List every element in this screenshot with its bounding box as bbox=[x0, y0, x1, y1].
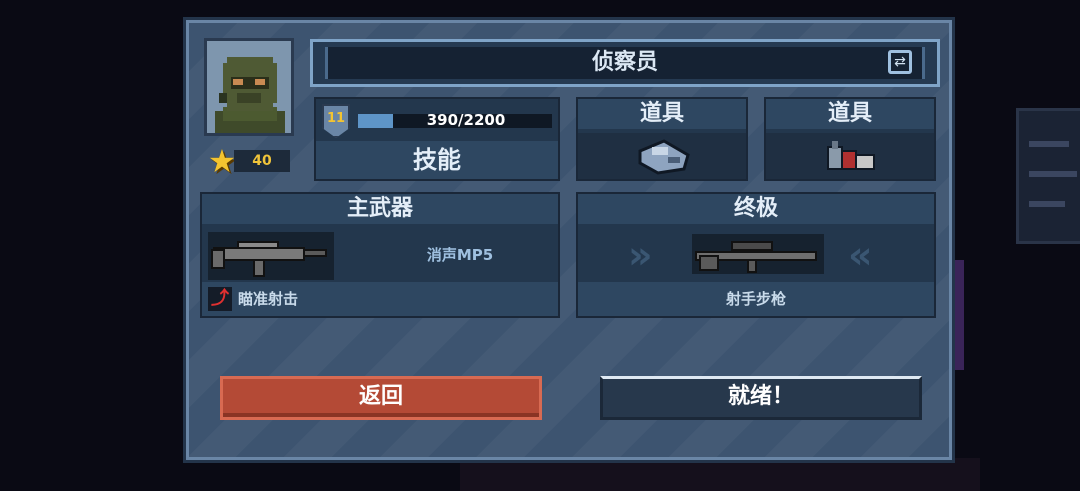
masked-soldier-icon bbox=[207, 41, 291, 133]
chevron-right-icon: » bbox=[628, 233, 653, 277]
ability-row: ⤴ 瞄准射击 bbox=[202, 282, 558, 316]
sniper-rifle-icon bbox=[695, 241, 817, 273]
ultimate-weapon-slot bbox=[692, 234, 824, 274]
background-bar bbox=[1029, 141, 1069, 147]
ready-button[interactable]: 就绪！ bbox=[600, 376, 922, 420]
skill-panel: 11 390/2200 技能 bbox=[314, 97, 560, 181]
item-title: 道具 bbox=[766, 99, 934, 129]
swap-character-icon[interactable]: ⇄ bbox=[888, 50, 912, 74]
item-icon-slot bbox=[766, 133, 934, 179]
aim-shot-icon: ⤴ bbox=[208, 287, 232, 311]
ultimate-footer: 射手步枪 bbox=[578, 282, 934, 316]
item-title: 道具 bbox=[578, 99, 746, 129]
ability-name: 瞄准射击 bbox=[238, 290, 299, 308]
primary-weapon-name: 消声MP5 bbox=[426, 246, 494, 264]
xp-bar-fill bbox=[358, 114, 393, 128]
chevron-left-icon: « bbox=[848, 233, 873, 277]
skill-button[interactable]: 技能 bbox=[316, 141, 558, 179]
level-badge: 11 bbox=[322, 104, 350, 138]
back-button[interactable]: 返回 bbox=[220, 376, 542, 420]
weapon-slot bbox=[208, 232, 334, 280]
background-bar bbox=[1029, 171, 1077, 177]
ultimate-title: 终极 bbox=[578, 194, 934, 224]
background-purple-light bbox=[952, 260, 964, 370]
ultimate-weapon-name: 射手步枪 bbox=[725, 290, 786, 308]
ultimate-panel[interactable]: 终极 » « 射手步枪 bbox=[576, 192, 936, 318]
ammo-pack-icon bbox=[827, 141, 875, 170]
item-slot-1[interactable]: 道具 bbox=[576, 97, 748, 181]
grenade-icon bbox=[638, 139, 690, 175]
primary-weapon-title: 主武器 bbox=[202, 194, 558, 224]
item-icon-slot bbox=[578, 133, 746, 179]
game-scene: ★ 40 侦察员 ⇄ 11 390/2200 技能 道具 道具 主武器 消声MP… bbox=[0, 0, 1080, 491]
character-name-bar: 侦察员 ⇄ bbox=[310, 39, 940, 87]
star-rating: ★ 40 bbox=[204, 145, 292, 177]
item-slot-2[interactable]: 道具 bbox=[764, 97, 936, 181]
character-name: 侦察员 bbox=[591, 50, 658, 75]
background-wall-panel bbox=[1016, 108, 1080, 244]
background-floor bbox=[460, 458, 980, 491]
avatar[interactable] bbox=[204, 38, 294, 136]
smg-icon bbox=[211, 241, 327, 277]
primary-weapon-panel[interactable]: 主武器 消声MP5 ⤴ 瞄准射击 bbox=[200, 192, 560, 318]
xp-text: 390/2200 bbox=[426, 111, 506, 129]
background-bar bbox=[1029, 201, 1065, 207]
star-count: 40 bbox=[234, 150, 290, 172]
name-inner: 侦察员 ⇄ bbox=[325, 47, 925, 79]
